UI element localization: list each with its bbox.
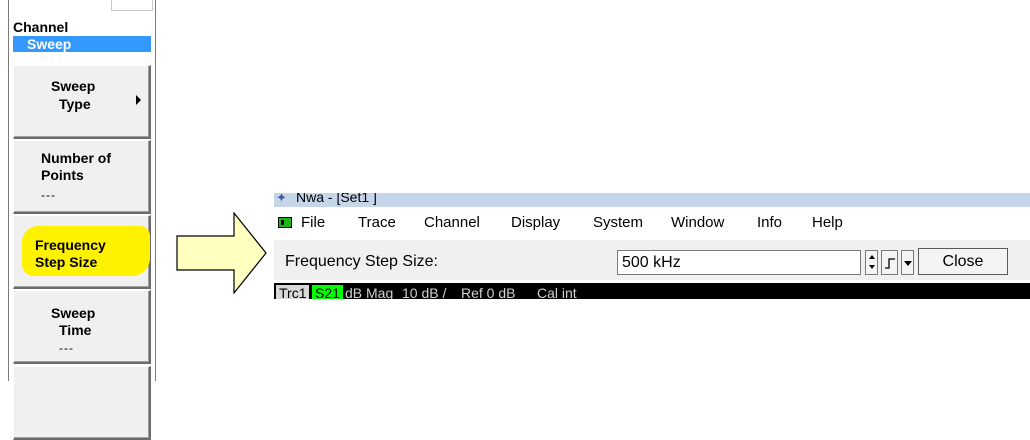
menu-info[interactable]: Info [757,214,782,231]
softkey-value: --- [59,341,74,355]
menu-channel[interactable]: Channel [424,214,480,231]
menu-trace[interactable]: Trace [358,214,396,231]
chevron-down-icon [904,261,912,266]
menu-bar: File Trace Channel Display System Window… [274,208,1030,238]
spin-up-icon[interactable] [869,255,875,259]
menu-system[interactable]: System [593,214,643,231]
panel-title: Channel [13,19,69,35]
step-size-label: Frequency Step Size: [285,253,438,270]
highlighted-softkey-text: Frequency Step Size [35,237,106,271]
window-titlebar: ✦ Nwa - [Set1 ] [274,193,1030,207]
softkey-label-line1: Sweep [51,305,96,321]
step-options-dropdown[interactable] [901,250,914,275]
softkey-sweep-type[interactable]: Sweep Type [13,65,151,139]
menu-display[interactable]: Display [511,214,560,231]
softkey-next[interactable] [13,366,151,440]
softkey-label-line1: Number of [41,150,111,166]
trace-info-bar: Trc1 S21 dB Mag 10 dB / Ref 0 dB Cal int [274,283,1030,299]
trace-parameter[interactable]: S21 [312,285,343,299]
right-arrow-icon [176,212,267,294]
step-size-input[interactable] [617,250,861,275]
softkey-label-line1: Sweep [51,78,96,94]
highlight-label-line2: Step Size [35,254,98,270]
softkey-label-line2: Type [59,96,91,112]
trace-scale[interactable]: 10 dB / [402,285,446,299]
softkey-value: --- [41,188,56,202]
menu-file[interactable]: File [301,214,325,231]
softkey-label-line2: Points [41,167,84,183]
softkey-sweep-time[interactable]: Sweep Time --- [13,290,151,364]
spin-down-icon[interactable] [869,265,875,269]
close-button[interactable]: Close [918,248,1008,275]
trace-name[interactable]: Trc1 [276,285,310,299]
menu-help[interactable]: Help [812,214,843,231]
step-mode-button[interactable] [881,250,898,275]
window-title: Nwa - [Set1 ] [296,193,377,205]
trace-reference[interactable]: Ref 0 dB [461,285,515,299]
step-icon [885,258,895,269]
trace-format[interactable]: dB Mag [345,285,393,299]
step-size-toolbar: Frequency Step Size: Close [274,240,1030,280]
panel-subtitle: Sweep [13,36,151,52]
softkey-panel: Channel Sweep Sweep Type Number of Point… [8,0,156,440]
softkey-label-line2: Time [59,322,92,338]
app-logo-icon: ✦ [276,193,287,205]
panel-top-edge [9,0,155,14]
softkey-number-of-points[interactable]: Number of Points --- [13,140,151,214]
menu-window[interactable]: Window [671,214,724,231]
submenu-arrow-icon [136,95,141,105]
highlight-label-line1: Frequency [35,237,106,253]
step-size-spinner[interactable] [865,250,878,275]
window-menu-icon[interactable] [278,217,292,228]
trace-cal-status: Cal int [537,285,577,299]
